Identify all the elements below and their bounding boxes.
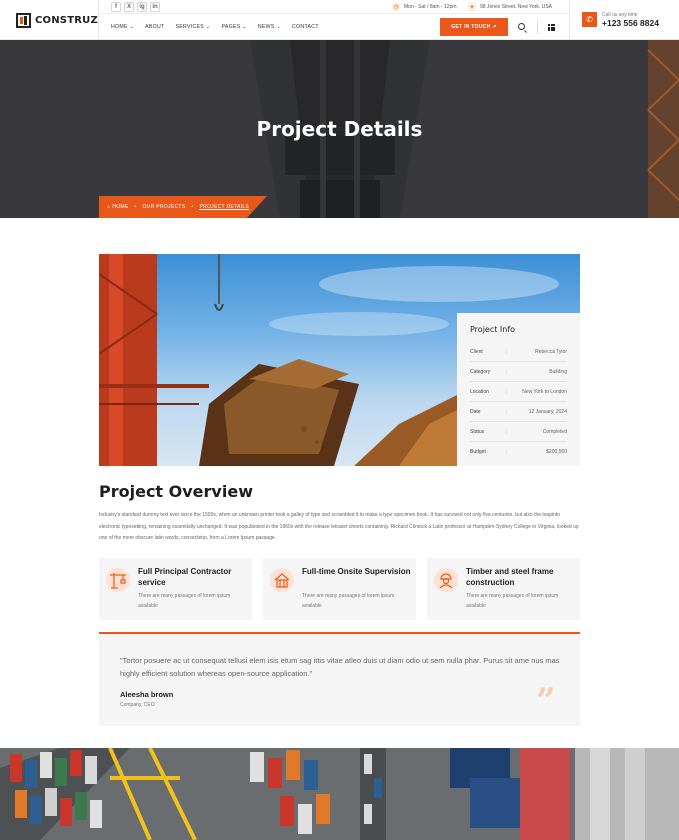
feature-title: Full Principal Contractor service (138, 567, 232, 587)
info-row-category: Category: Building (470, 362, 567, 382)
info-row-location: Location: New York to London (470, 382, 567, 402)
breadcrumb: ⌂ HOME • OUR PROJECTS • PROJECT DETAILS (99, 196, 267, 218)
info-key: Location (470, 388, 489, 395)
info-key: Category (470, 368, 491, 375)
opening-hours-text: Mon - Sat / 8am - 12pm (404, 4, 457, 10)
address: ● 98 Jones Street, New York, USA (468, 3, 552, 11)
main-nav: HOME ⌄ ABOUT SERVICES ⌄ PAGES ⌄ NEWS ⌄ C… (111, 24, 330, 30)
feature-desc: There are many passages of lorem ipsum a… (466, 593, 559, 609)
feature-card: Timber and steel frame construction Ther… (427, 558, 580, 620)
logo-icon (16, 12, 31, 28)
quote-icon: ” (536, 681, 556, 721)
site-header: CONSTRUZ f X ig in ◷ Mon - Sat / 8am - 1… (0, 0, 679, 40)
worker-icon (434, 568, 458, 592)
feature-desc: There are many passages of lorem ipsum a… (138, 593, 231, 609)
logo[interactable]: CONSTRUZ (0, 0, 99, 40)
nav-about[interactable]: ABOUT (145, 24, 164, 30)
linkedin-icon[interactable]: in (150, 2, 160, 12)
info-value: Building (549, 368, 567, 375)
info-value: Completed (542, 428, 567, 435)
container-port-image (0, 748, 679, 840)
home-icon: ⌂ (107, 204, 111, 210)
project-info-title: Project Info (470, 325, 516, 334)
overview-text: Industry's standard dummy text ever sinc… (99, 512, 579, 541)
hero-banner: Project Details ⌂ HOME • OUR PROJECTS • … (0, 40, 679, 218)
social-links: f X ig in (111, 2, 160, 12)
testimonial-quote: "Tortor posuere ac ut consequat tellusi … (99, 632, 580, 726)
info-key: Status (470, 428, 485, 435)
info-value: 12 January, 2024 (528, 408, 567, 415)
get-in-touch-button[interactable]: GET IN TOUCH ↗ (440, 18, 508, 36)
info-row-date: Date: 12 January, 2024 (470, 402, 567, 422)
location-icon: ● (468, 3, 476, 11)
clock-icon: ◷ (392, 3, 400, 11)
nav-home[interactable]: HOME ⌄ (111, 24, 134, 30)
instagram-icon[interactable]: ig (137, 2, 147, 12)
nav-news[interactable]: NEWS ⌄ (258, 24, 281, 30)
info-row-status: Status: Completed (470, 422, 567, 442)
info-key: Client (470, 348, 483, 355)
opening-hours: ◷ Mon - Sat / 8am - 12pm (392, 3, 457, 11)
x-icon[interactable]: X (124, 2, 134, 12)
breadcrumb-current: PROJECT DETAILS (199, 204, 250, 210)
breadcrumb-home[interactable]: HOME (112, 204, 128, 210)
info-value: Rebecca Tylor (535, 348, 567, 355)
overview-title: Project Overview (99, 482, 253, 501)
info-value: New York to London (522, 388, 567, 395)
info-key: Budget (470, 449, 486, 455)
search-icon[interactable] (518, 23, 525, 30)
info-value: $200,560 (546, 449, 567, 455)
feature-title: Full-time Onsite Supervision (302, 567, 411, 576)
nav-services[interactable]: SERVICES ⌄ (176, 24, 211, 30)
logo-text: CONSTRUZ (35, 14, 98, 26)
call-box: ✆ Call us any time +123 556 8824 (569, 0, 679, 40)
quote-author: Aleesha brown (120, 690, 174, 699)
feature-card: Full Principal Contractor service There … (99, 558, 252, 620)
divider (537, 20, 538, 34)
feature-card: Full-time Onsite Supervision There are m… (263, 558, 416, 620)
nav-contact[interactable]: CONTACT (292, 24, 319, 30)
quote-role: Company, CEO (120, 702, 155, 708)
nav-pages[interactable]: PAGES ⌄ (221, 24, 246, 30)
info-row-budget: Budget: $200,560 (470, 449, 567, 455)
quote-text: "Tortor posuere ac ut consequat tellusi … (120, 656, 560, 678)
crane-icon (106, 568, 130, 592)
info-row-client: Client: Rebecca Tylor (470, 342, 567, 362)
port-illustration (0, 748, 679, 840)
feature-desc: There are many passages of lorem ipsum a… (302, 593, 395, 609)
breadcrumb-projects[interactable]: OUR PROJECTS (143, 204, 186, 210)
menu-grid-icon[interactable] (548, 24, 555, 31)
info-key: Date (470, 408, 481, 415)
call-number[interactable]: +123 556 8824 (602, 18, 659, 28)
address-text: 98 Jones Street, New York, USA (480, 4, 552, 10)
building-icon (270, 568, 294, 592)
project-info-card: Project Info Client: Rebecca Tylor Categ… (457, 313, 580, 466)
facebook-icon[interactable]: f (111, 2, 121, 12)
top-bar: f X ig in ◷ Mon - Sat / 8am - 12pm ● 98 … (99, 0, 569, 14)
page-title: Project Details (256, 117, 423, 141)
phone-icon[interactable]: ✆ (582, 12, 597, 27)
feature-title: Timber and steel frame construction (466, 567, 554, 587)
